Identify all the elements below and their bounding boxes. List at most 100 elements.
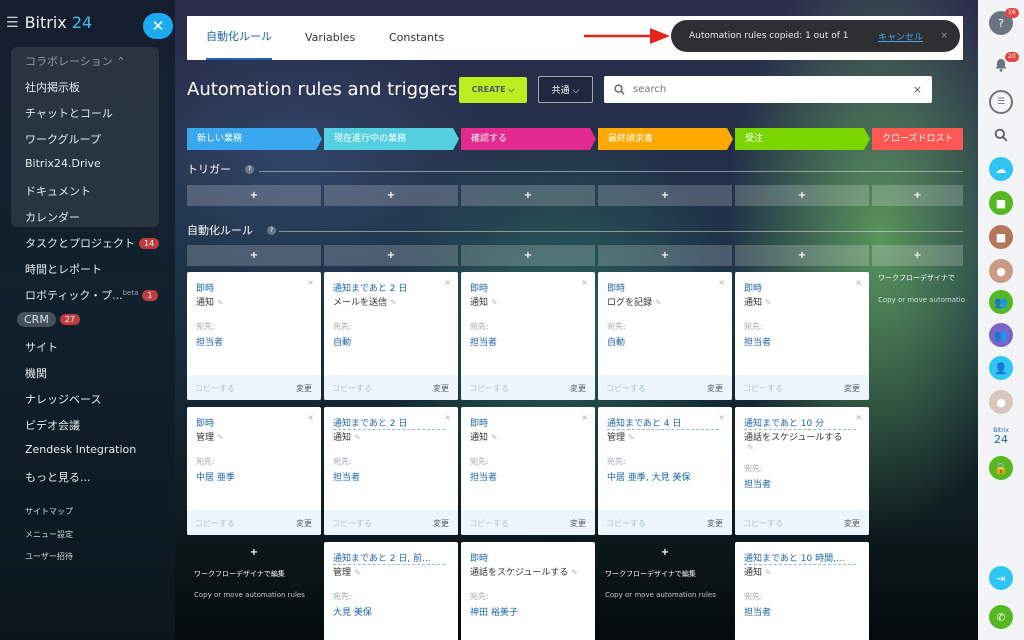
clear-search-icon[interactable]: × <box>913 83 922 96</box>
edit-pencil-icon[interactable]: ✎ <box>217 298 224 307</box>
rule-card[interactable]: 通知まであと 10 時間,... 通知 ✎ 宛先: 担当者 <box>735 542 869 640</box>
edit-pencil-icon[interactable]: ✎ <box>491 298 498 307</box>
change-rule-button[interactable]: 変更 <box>296 383 312 394</box>
edit-pencil-icon[interactable]: ✎ <box>354 568 361 577</box>
user-avatar[interactable]: ● <box>989 259 1013 283</box>
nav-item-more[interactable]: もっと見る... <box>25 469 91 485</box>
add-rule-button[interactable]: + <box>872 245 963 266</box>
add-rule-button[interactable]: + <box>735 245 869 266</box>
workflow-edit-link[interactable]: ワークフローデザイナで編集 <box>194 569 285 579</box>
add-rule-button[interactable]: + <box>461 245 595 266</box>
rule-timing[interactable]: 即時 <box>607 281 719 294</box>
help-icon[interactable]: ? <box>267 225 276 235</box>
video-call-button[interactable]: ■ <box>989 191 1013 215</box>
copy-rule-button[interactable]: コピーする <box>332 383 372 394</box>
rule-card[interactable]: 通知まであと 10 分 × 通話をスケジュールする ✎ 宛先: 担当者 コピーする… <box>735 407 869 535</box>
copy-move-rules-link[interactable]: Copy or move automation rules <box>605 591 716 599</box>
bitrix24-button[interactable]: Bitrix 24 <box>989 424 1013 448</box>
tab-constants[interactable]: Constants <box>389 16 444 60</box>
create-button[interactable]: CREATE ⌵ <box>459 77 527 103</box>
rule-timing[interactable]: 通知まであと 10 時間,... <box>744 551 856 565</box>
tab-variables[interactable]: Variables <box>305 16 355 60</box>
rule-card[interactable]: 即時 × ログを記録 ✎ 宛先: 自動 コピーする 変更 <box>598 272 732 400</box>
rule-timing[interactable]: 即時 <box>196 416 308 429</box>
change-rule-button[interactable]: 変更 <box>844 383 860 394</box>
add-rule-button[interactable]: + <box>598 547 732 558</box>
edit-pencil-icon[interactable]: ✎ <box>765 298 772 307</box>
video-conference-button[interactable]: ■ <box>989 225 1013 249</box>
copy-rule-button[interactable]: コピーする <box>195 383 235 394</box>
chat-button[interactable]: ☰ <box>989 90 1013 114</box>
change-rule-button[interactable]: 変更 <box>296 518 312 529</box>
rule-timing[interactable]: 即時 <box>744 281 856 294</box>
edit-pencil-icon[interactable]: ✎ <box>765 568 772 577</box>
rule-card[interactable]: 即時 通話をスケジュールする ✎ 宛先: 神田 裕美子 <box>461 542 595 640</box>
workflow-edit-link[interactable]: ワークフローデザイナで <box>878 273 955 283</box>
lock-button[interactable]: 🔒 <box>989 456 1013 480</box>
edit-pencil-icon[interactable]: ✎ <box>571 568 578 577</box>
delete-rule-icon[interactable]: × <box>855 413 862 422</box>
copy-move-rules-link[interactable]: Copy or move automatio <box>878 296 965 304</box>
workflow-edit-link[interactable]: ワークフローデザイナで編集 <box>605 569 696 579</box>
edit-pencil-icon[interactable]: ✎ <box>217 433 224 442</box>
nav-invite-users[interactable]: ユーザー招待 <box>25 551 73 562</box>
edit-pencil-icon[interactable]: ✎ <box>354 433 361 442</box>
nav-item[interactable]: Bitrix24.Drive <box>25 157 101 170</box>
delete-rule-icon[interactable]: × <box>718 278 725 287</box>
delete-rule-icon[interactable]: × <box>855 278 862 287</box>
rule-timing[interactable]: 即時 <box>470 551 582 564</box>
change-rule-button[interactable]: 変更 <box>433 518 449 529</box>
delete-rule-icon[interactable]: × <box>718 413 725 422</box>
copy-rule-button[interactable]: コピーする <box>743 518 783 529</box>
add-trigger-button[interactable]: + <box>461 185 595 206</box>
nav-item-robotic[interactable]: ロボティック・プ...beta 1 <box>25 287 158 303</box>
toast-cancel-link[interactable]: キャンセル <box>878 30 923 43</box>
nav-item[interactable]: 機関 <box>25 365 47 381</box>
rule-timing[interactable]: 通知まであと 2 日 <box>333 416 445 430</box>
search-input[interactable] <box>633 84 903 95</box>
nav-item[interactable]: ワークグループ <box>25 131 101 147</box>
edit-pencil-icon[interactable]: ✎ <box>628 433 635 442</box>
rule-timing[interactable]: 即時 <box>470 416 582 429</box>
nav-item[interactable]: 時間とレポート <box>25 261 102 277</box>
team-button[interactable]: 👥 <box>989 323 1013 347</box>
menu-icon[interactable]: ☰ <box>6 15 19 31</box>
add-rule-button[interactable]: + <box>598 245 732 266</box>
edit-pencil-icon[interactable]: ✎ <box>747 443 754 452</box>
common-dropdown[interactable]: 共通 ⌵ <box>538 76 593 103</box>
add-trigger-button[interactable]: + <box>324 185 458 206</box>
app-logo[interactable]: ☰ Bitrix 24 <box>6 13 92 32</box>
rule-timing[interactable]: 通知まであと 10 分 <box>744 416 856 430</box>
change-rule-button[interactable]: 変更 <box>570 383 586 394</box>
rule-card[interactable]: 通知まであと 2 日 × メールを送信 ✎ 宛先: 自動 コピーする 変更 <box>324 272 458 400</box>
copy-move-rules-link[interactable]: Copy or move automation rules <box>194 591 305 599</box>
rule-card[interactable]: 即時 × 通知 ✎ 宛先: 担当者 コピーする 変更 <box>461 407 595 535</box>
add-trigger-button[interactable]: + <box>872 185 963 206</box>
copy-rule-button[interactable]: コピーする <box>469 518 509 529</box>
change-rule-button[interactable]: 変更 <box>707 383 723 394</box>
rule-timing[interactable]: 通知まであと 2 日, 前... <box>333 551 445 565</box>
copy-rule-button[interactable]: コピーする <box>469 383 509 394</box>
add-trigger-button[interactable]: + <box>735 185 869 206</box>
add-rule-button[interactable]: + <box>324 245 458 266</box>
copy-rule-button[interactable]: コピーする <box>743 383 783 394</box>
help-icon[interactable]: ? <box>245 164 254 174</box>
rule-card[interactable]: 通知まであと 2 日, 前... 管理 ✎ 宛先: 大見 美保 <box>324 542 458 640</box>
nav-item[interactable]: ビデオ会議 <box>25 417 80 433</box>
nav-item[interactable]: ドキュメント <box>25 183 91 199</box>
rule-timing[interactable]: 通知まであと 4 日 <box>607 416 719 430</box>
edit-pencil-icon[interactable]: ✎ <box>491 433 498 442</box>
nav-collab-header[interactable]: コラボレーション ⌃ <box>25 53 126 69</box>
rule-timing[interactable]: 通知まであと 2 日 <box>333 281 445 294</box>
delete-rule-icon[interactable]: × <box>307 278 314 287</box>
group-chat-button[interactable]: 👥 <box>989 290 1013 314</box>
change-rule-button[interactable]: 変更 <box>707 518 723 529</box>
change-rule-button[interactable]: 変更 <box>570 518 586 529</box>
copy-rule-button[interactable]: コピーする <box>332 518 372 529</box>
nav-item[interactable]: 社内掲示板 <box>25 79 80 95</box>
rule-card[interactable]: 即時 × 管理 ✎ 宛先: 中居 亜季 コピーする 変更 <box>187 407 321 535</box>
close-menu-button[interactable]: ✕ <box>143 13 173 39</box>
nav-sitemap[interactable]: サイトマップ <box>25 506 73 517</box>
add-rule-button[interactable]: + <box>187 245 321 266</box>
rule-card[interactable]: 通知まであと 4 日 × 管理 ✎ 宛先: 中居 亜季, 大見 美保 コピーする 変… <box>598 407 732 535</box>
